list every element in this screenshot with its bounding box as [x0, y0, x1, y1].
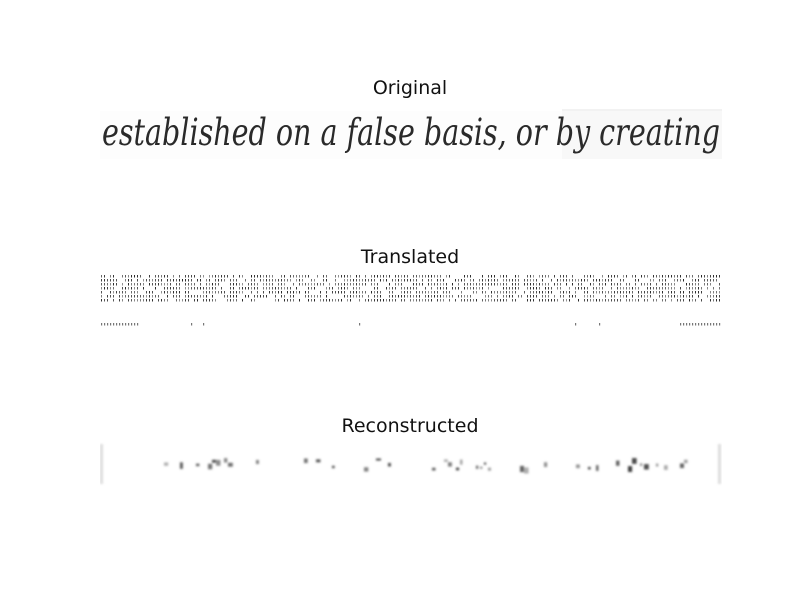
reconstructed-pattern: [100, 444, 721, 484]
reconstructed-blurred-image: [100, 442, 722, 488]
translated-pattern: [100, 272, 722, 330]
panel-title-translated: Translated: [360, 246, 460, 268]
handwriting-text: established on a false basis, or by crea…: [102, 111, 720, 154]
panel-title-reconstructed: Reconstructed: [341, 415, 479, 437]
handwriting-line-image: established on a false basis, or by crea…: [100, 101, 722, 161]
panel-title-original: Original: [372, 77, 448, 99]
original-handwriting-image: established on a false basis, or by crea…: [100, 101, 722, 161]
translated-noise-image: [100, 272, 722, 330]
